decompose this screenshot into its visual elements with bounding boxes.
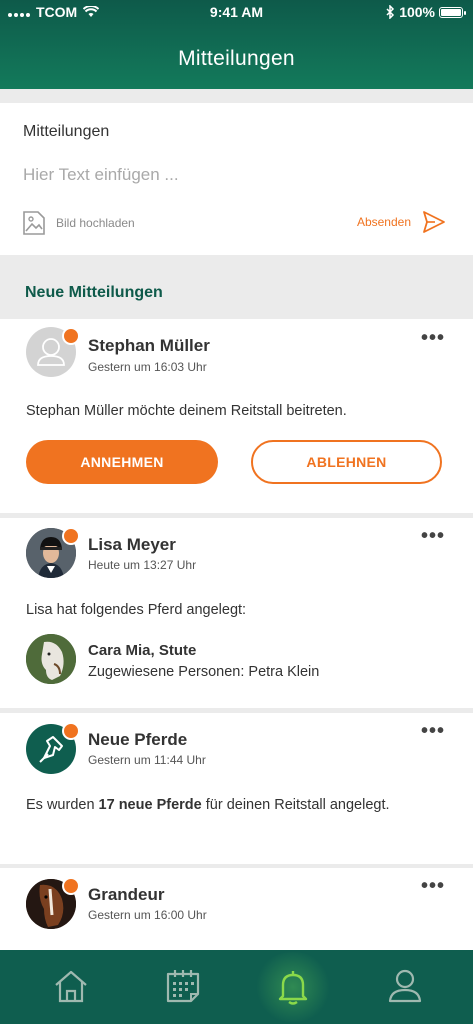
section-title: Neue Mitteilungen <box>25 284 163 301</box>
message-text: Es wurden <box>26 797 99 813</box>
tab-bar <box>0 950 473 1024</box>
unread-dot <box>62 527 80 545</box>
message-composer: Mitteilungen Bild hochladen Absenden <box>0 103 473 255</box>
status-right: 100% <box>386 4 466 20</box>
image-icon <box>23 211 45 235</box>
upload-label: Bild hochladen <box>56 216 135 230</box>
send-icon <box>423 211 445 233</box>
notification-card: Neue Pferde Gestern um 11:44 Uhr ••• Es … <box>0 713 473 864</box>
send-button[interactable]: Absenden <box>357 209 447 235</box>
horse-avatar <box>26 634 76 684</box>
section-header: Neue Mitteilungen <box>0 255 473 319</box>
horse-photo <box>26 634 76 684</box>
accept-button[interactable]: ANNEHMEN <box>26 440 218 484</box>
calendar-icon <box>166 970 200 1003</box>
message-highlight: 17 neue Pferde <box>98 797 202 813</box>
timestamp: Heute um 13:27 Uhr <box>88 558 197 572</box>
more-options-button[interactable]: ••• <box>421 328 445 348</box>
horse-name: Cara Mia, Stute <box>88 642 197 659</box>
notification-message: Es wurden 17 neue Pferde für deinen Reit… <box>26 797 390 813</box>
profile-icon <box>388 969 422 1003</box>
notification-card: Lisa Meyer Heute um 13:27 Uhr ••• Lisa h… <box>0 518 473 708</box>
timestamp: Gestern um 16:03 Uhr <box>88 360 207 374</box>
message-input[interactable] <box>23 165 443 185</box>
sender-name: Stephan Müller <box>88 336 210 355</box>
sender-name: Grandeur <box>88 885 165 904</box>
tab-home[interactable] <box>49 964 93 1008</box>
status-bar: TCOM 9:41 AM 100% <box>0 0 473 26</box>
tab-notifications[interactable] <box>271 964 315 1008</box>
sender-name: Lisa Meyer <box>88 535 176 554</box>
battery-fill <box>441 8 461 16</box>
more-options-button[interactable]: ••• <box>421 526 445 546</box>
tab-calendar[interactable] <box>161 964 205 1008</box>
more-options-button[interactable]: ••• <box>421 876 445 896</box>
app-header: TCOM 9:41 AM 100% Mitteilungen <box>0 0 473 89</box>
notification-message: Lisa hat folgendes Pferd angelegt: <box>26 602 247 618</box>
sender-name: Neue Pferde <box>88 730 188 749</box>
battery-icon <box>439 6 466 18</box>
bluetooth-icon <box>386 5 395 19</box>
page-title: Mitteilungen <box>178 47 295 70</box>
composer-label: Mitteilungen <box>23 123 110 140</box>
upload-image-button[interactable]: Bild hochladen <box>22 210 135 236</box>
timestamp: Gestern um 11:44 Uhr <box>88 753 206 767</box>
unread-dot <box>62 327 80 345</box>
more-options-button[interactable]: ••• <box>421 721 445 741</box>
notification-card: Stephan Müller Gestern um 16:03 Uhr ••• … <box>0 319 473 513</box>
send-label: Absenden <box>356 215 411 229</box>
decline-button[interactable]: ABLEHNEN <box>251 440 442 484</box>
bell-icon <box>278 971 308 1005</box>
unread-dot <box>62 877 80 895</box>
unread-dot <box>62 722 80 740</box>
horse-persons: Zugewiesene Personen: Petra Klein <box>88 664 320 680</box>
notification-message: Stephan Müller möchte deinem Reitstall b… <box>26 403 347 419</box>
tab-profile[interactable] <box>383 964 427 1008</box>
home-icon <box>55 970 87 1003</box>
timestamp: Gestern um 16:00 Uhr <box>88 908 207 922</box>
battery-label: 100% <box>399 4 435 20</box>
message-text: für deinen Reitstall angelegt. <box>201 797 390 813</box>
notification-card: Grandeur Gestern um 16:00 Uhr ••• <box>0 868 473 950</box>
